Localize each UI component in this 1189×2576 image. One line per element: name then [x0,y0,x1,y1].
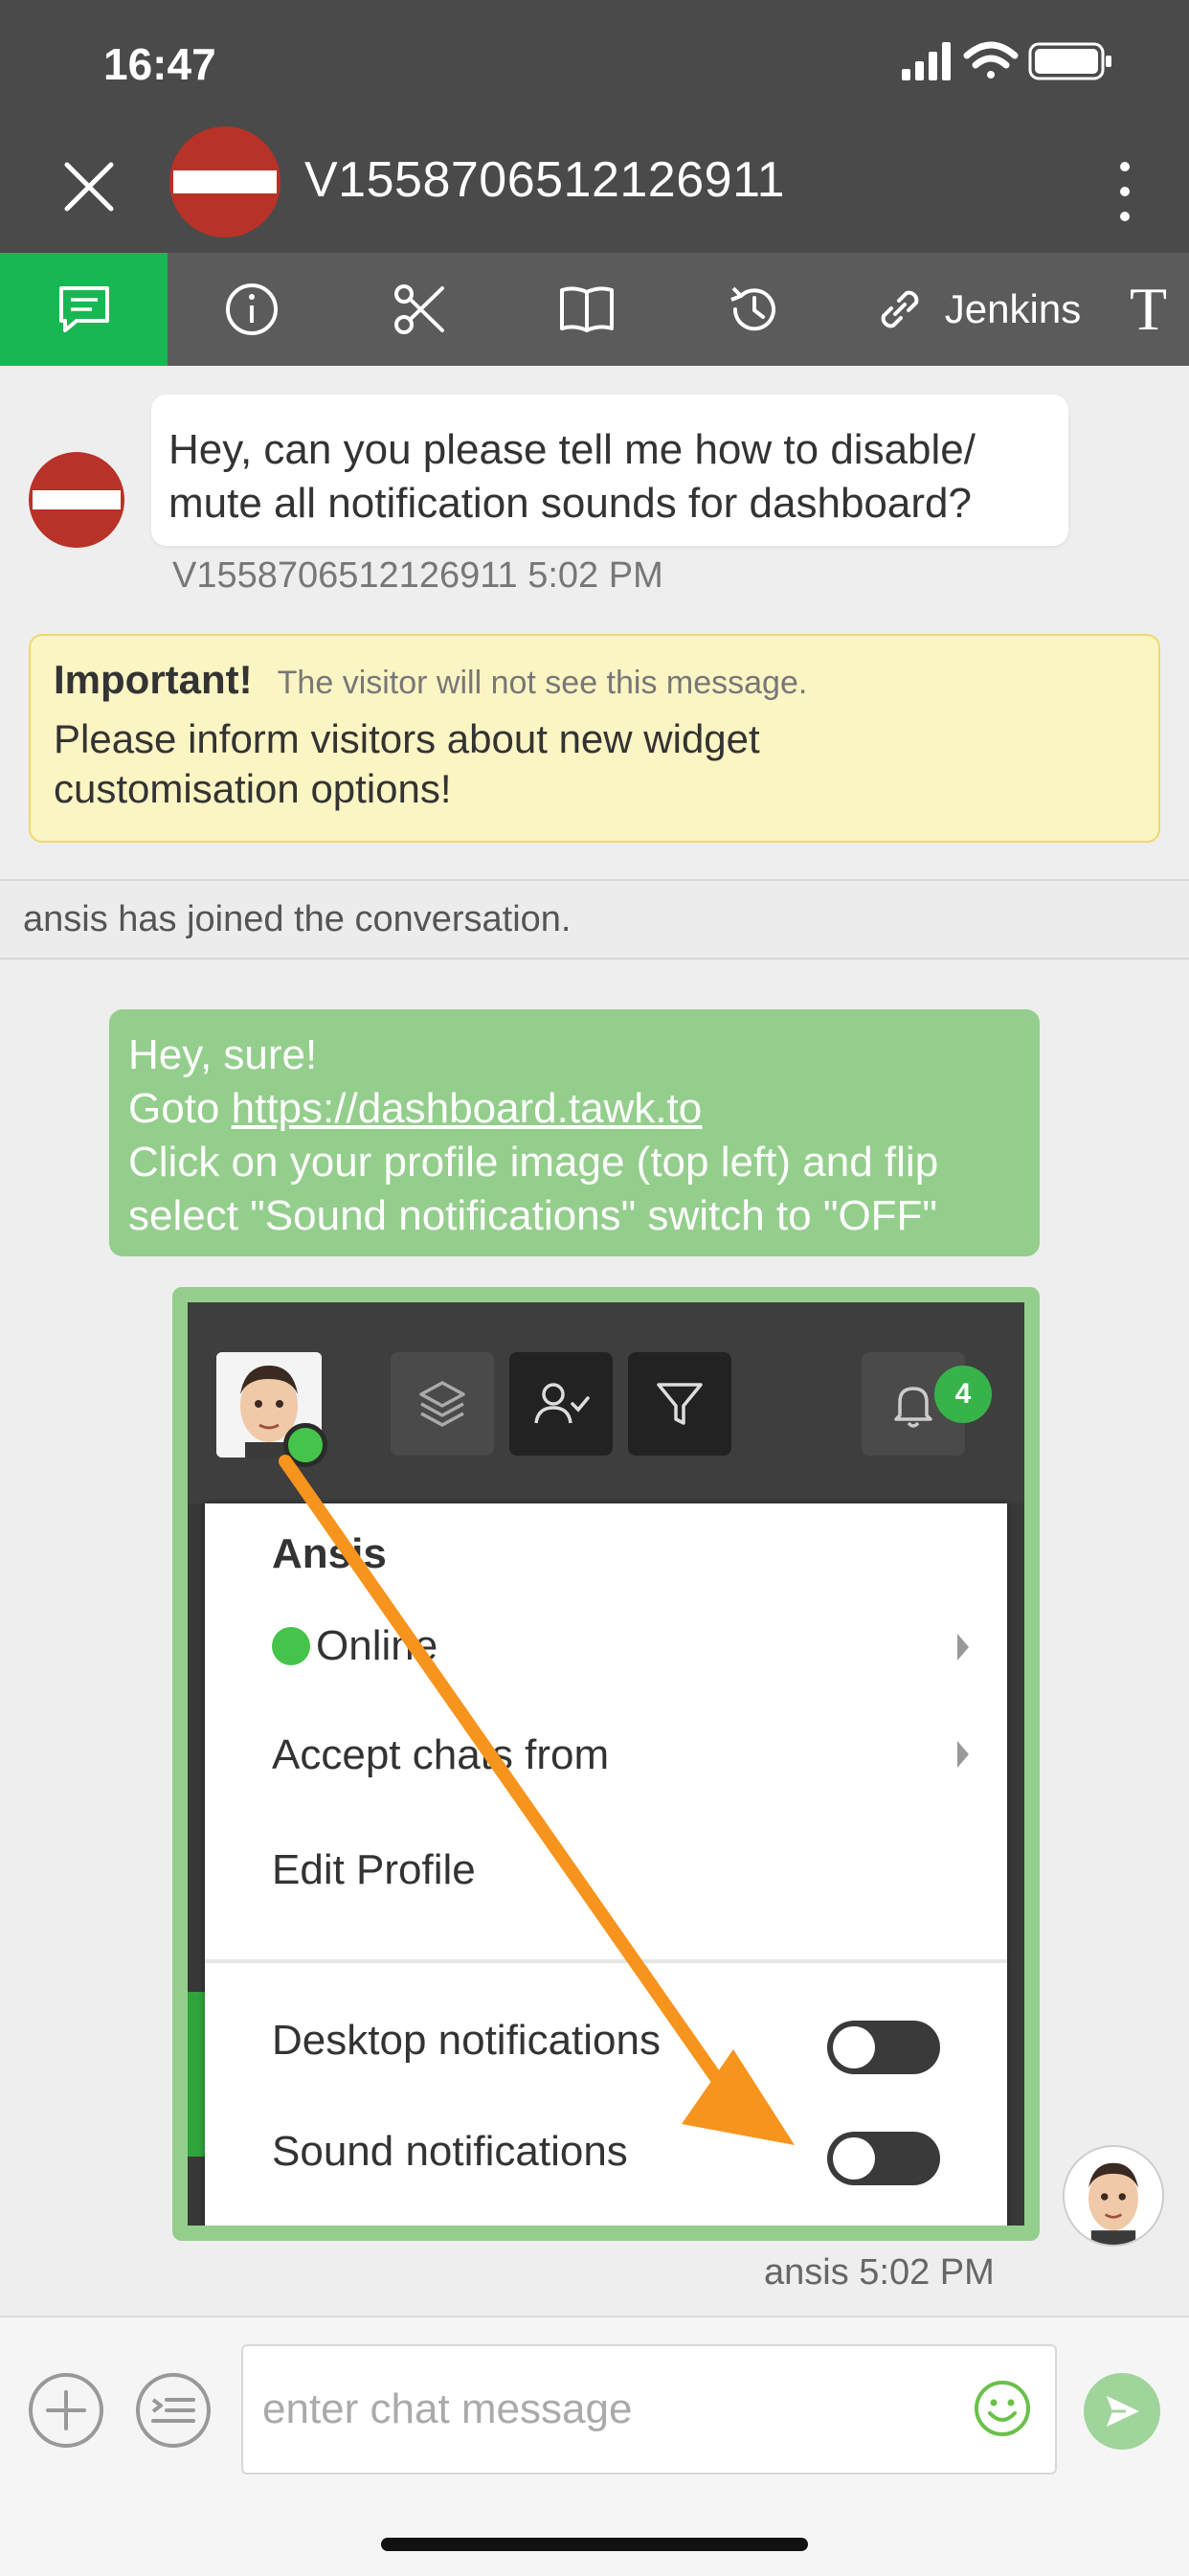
add-attachment-button[interactable] [27,2371,105,2450]
send-icon [1107,2396,1139,2427]
attachment-screenshot: 4 Ansis Online Accept chats from Edit Pr… [188,1302,1024,2226]
visitor-message-bubble: Hey, can you please tell me how to disab… [151,395,1068,546]
smiley-icon [975,2381,1030,2436]
visitor-message-meta: V1558706512126911 5:02 PM [172,555,663,596]
battery-icon [1028,42,1111,80]
chat-message-input[interactable]: enter chat message [241,2344,1057,2474]
info-icon [225,283,278,335]
tab-jenkins-label: Jenkins [944,286,1082,331]
dashboard-link[interactable]: https://dashboard.tawk.to [232,1085,703,1132]
image-attachment[interactable]: 4 Ansis Online Accept chats from Edit Pr… [172,1287,1040,2241]
conversation-title: V1558706512126911 [304,152,786,208]
note-subtitle: The visitor will not see this message. [277,665,808,701]
agent-message-line: Goto https://dashboard.tawk.to [128,1082,1021,1136]
history-icon [729,286,775,331]
visitor-message-line: mute all notification sounds for dashboa… [168,480,972,527]
tab-text-label: T [1130,275,1168,343]
tab-text[interactable]: T [1130,253,1189,366]
agent-message-line: select "Sound notifications" switch to "… [128,1192,938,1239]
close-button[interactable] [56,153,123,220]
wifi-icon [963,41,1019,79]
signal-icon [902,42,951,80]
no-entry-icon [29,452,124,548]
emoji-button[interactable] [973,2379,1032,2438]
visitor-message-avatar [27,450,126,550]
status-icons [902,38,1189,86]
tab-chat[interactable] [0,253,168,366]
agent-message-line: Click on your profile image (top left) a… [128,1139,939,1186]
tab-jenkins[interactable]: Jenkins [852,253,1101,366]
more-options-button[interactable] [1106,153,1144,230]
shortcuts-button[interactable] [134,2371,213,2450]
tab-history[interactable] [670,253,838,366]
agent-message-line: Hey, sure! [128,1031,318,1078]
tab-knowledge-base[interactable] [503,253,670,366]
home-indicator [381,2538,808,2551]
agent-goto-text: Goto [128,1085,232,1132]
close-icon [64,162,114,212]
orange-arrow-annotation [279,1455,795,2145]
plus-circle-icon [29,2373,103,2448]
internal-note: Important! The visitor will not see this… [29,634,1160,843]
visitor-message-line: Hey, can you please tell me how to disab… [168,426,976,473]
tab-bar: Jenkins T [0,253,1189,366]
system-message: ansis has joined the conversation. [0,879,1189,960]
tab-info[interactable] [168,253,335,366]
more-vertical-icon [1120,162,1130,221]
status-time: 16:47 [103,39,216,89]
note-body-line: Please inform visitors about new widget [54,716,760,761]
agent-message-meta: ansis 5:02 PM [764,2252,995,2293]
send-button[interactable] [1084,2373,1160,2450]
agent-message-bubble: Hey, sure! Goto https://dashboard.tawk.t… [109,1009,1040,1256]
tab-scissors[interactable] [335,253,503,366]
agent-avatar [1063,2145,1164,2247]
note-body-line: customisation options! [54,766,452,811]
link-icon [881,290,919,328]
note-title: Important! [54,657,253,702]
list-circle-icon [136,2373,211,2448]
scissors-icon [393,284,444,334]
face-avatar-icon [1065,2147,1162,2245]
app-header: 16:47 V1558706512126911 [0,0,1189,253]
no-entry-icon [169,126,280,237]
book-icon [559,286,614,332]
visitor-avatar[interactable] [168,124,282,239]
chat-icon [58,286,109,332]
message-composer: enter chat message [0,2316,1189,2576]
